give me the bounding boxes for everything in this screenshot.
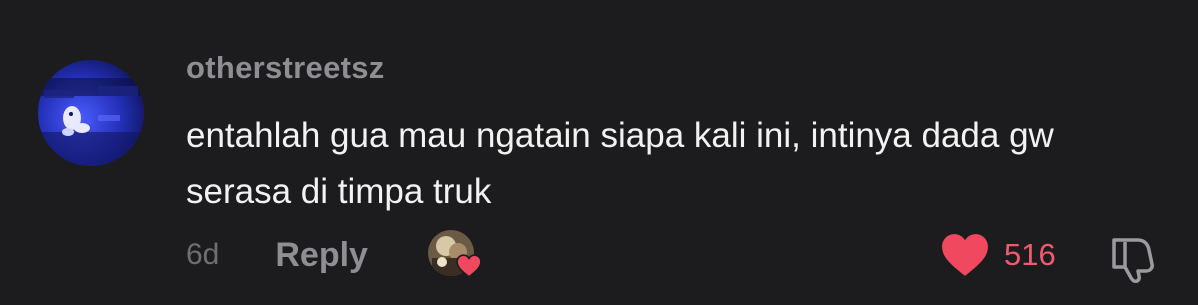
- heart-icon: [942, 234, 988, 276]
- reply-button[interactable]: Reply: [275, 236, 368, 275]
- dislike-button[interactable]: [1108, 234, 1162, 289]
- comment-timestamp: 6d: [186, 238, 220, 271]
- like-button[interactable]: 516: [940, 232, 1056, 278]
- user-avatar[interactable]: [38, 60, 144, 166]
- comment-username[interactable]: otherstreetsz: [186, 50, 385, 86]
- like-count: 516: [1004, 237, 1056, 272]
- avatar-image: [38, 60, 144, 166]
- comment-text: entahlah gua mau ngatain siapa kali ini,…: [186, 116, 1054, 211]
- thumbs-down-icon: [1112, 238, 1154, 283]
- comment-item: otherstreetsz entahlah gua mau ngatain s…: [0, 0, 1198, 305]
- comment-actions: 6d Reply: [186, 230, 482, 280]
- creator-liked-badge[interactable]: [427, 230, 482, 280]
- heart-icon: [456, 254, 482, 278]
